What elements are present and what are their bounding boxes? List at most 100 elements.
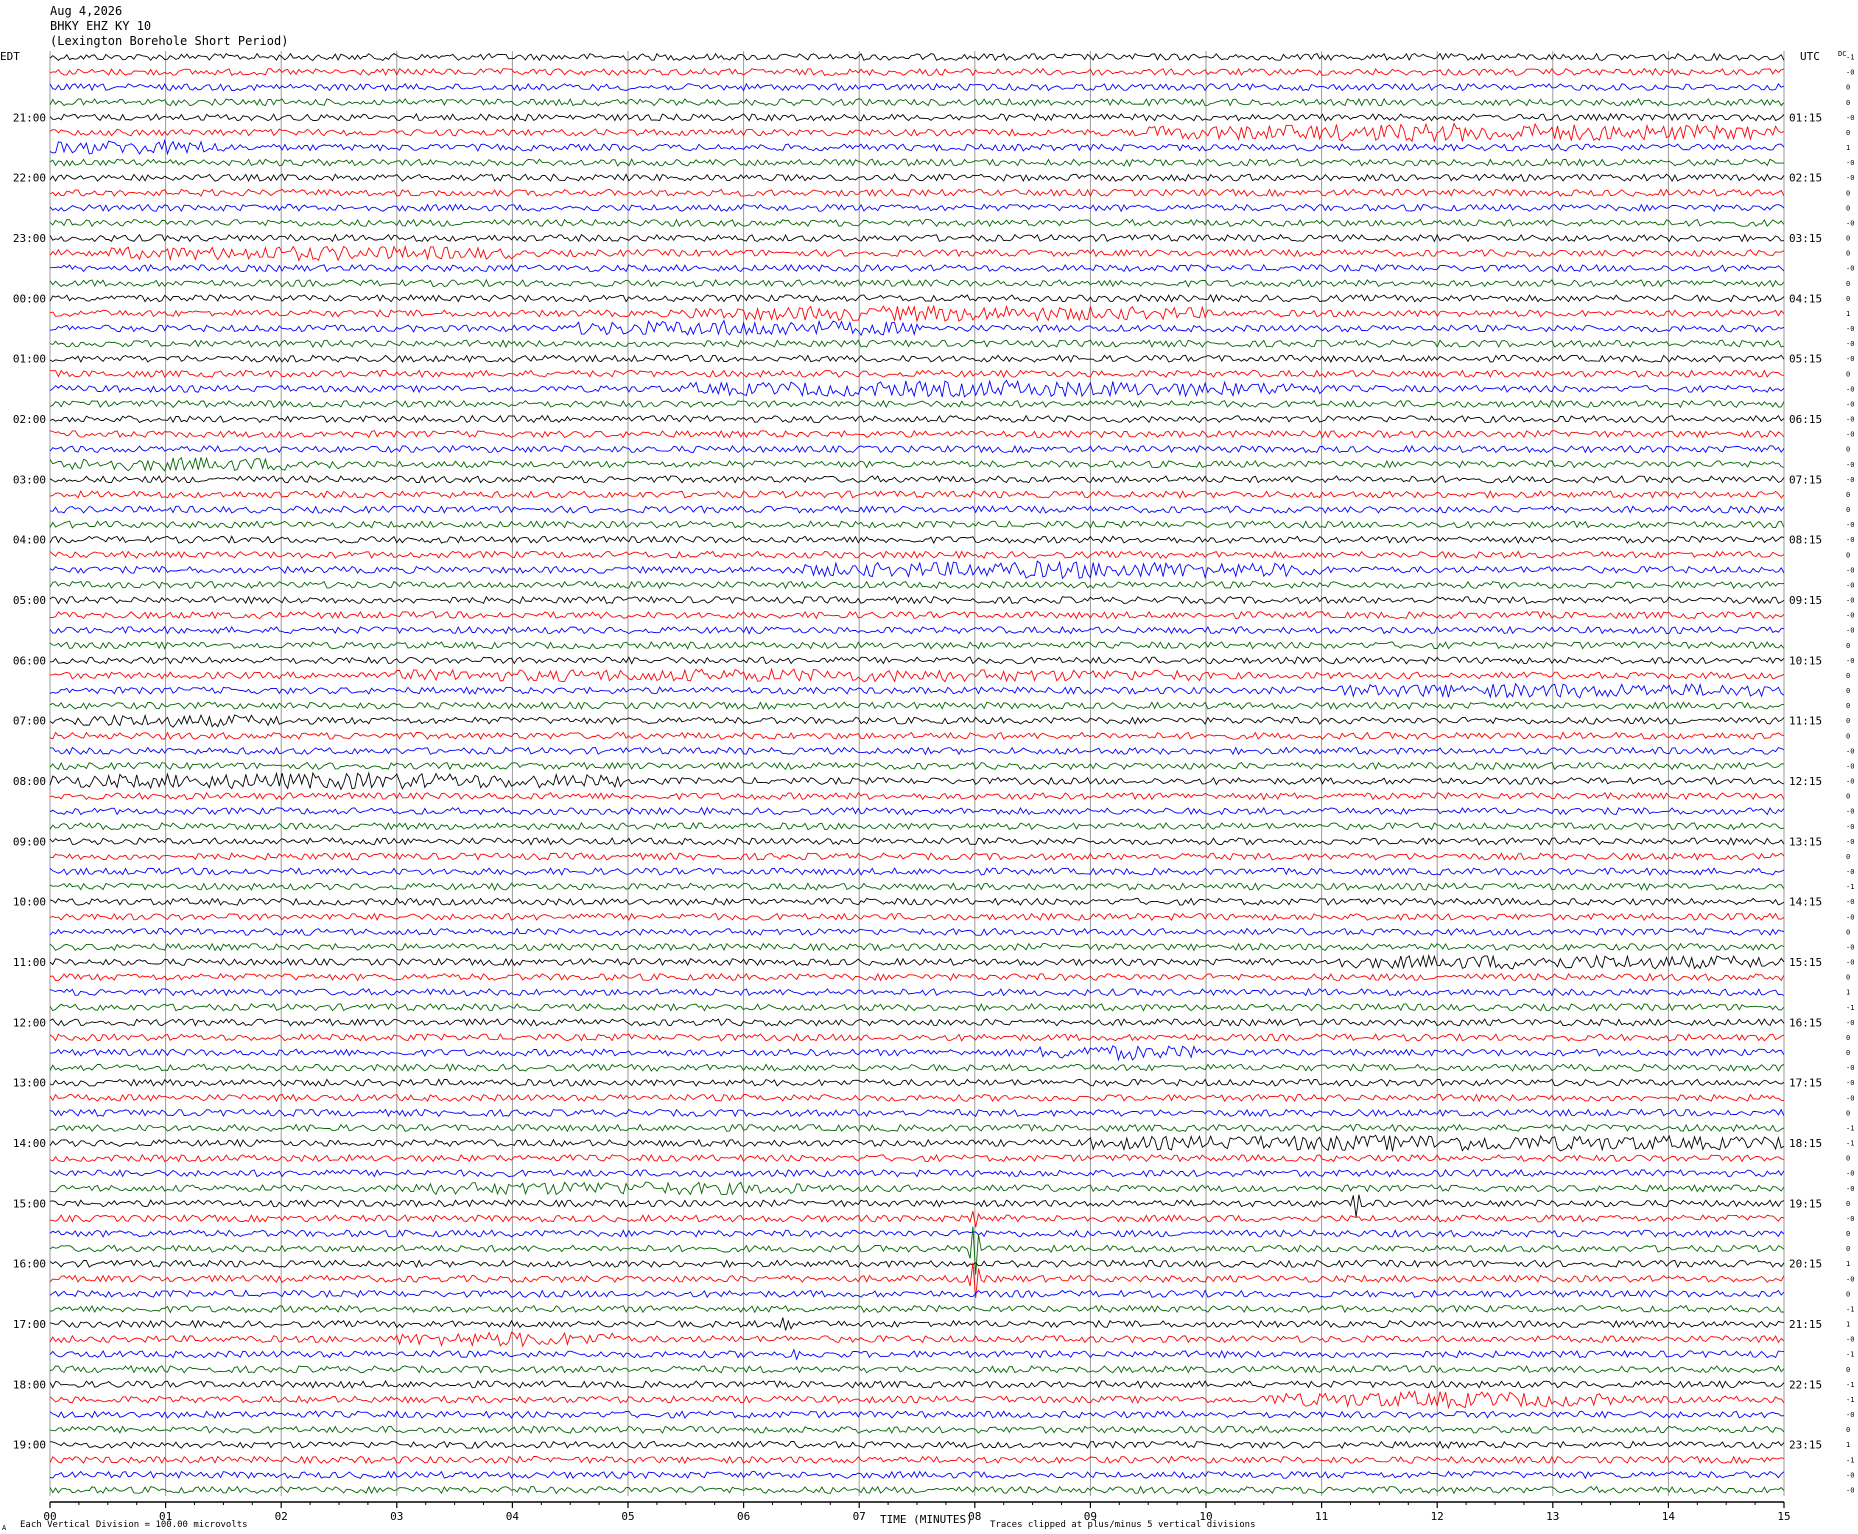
x-tick-label: 03: [390, 1510, 403, 1523]
right-hour-label: 07:15: [1789, 473, 1822, 486]
dc-offset-label: 1: [1846, 1321, 1850, 1329]
dc-offset-label: -0: [1846, 159, 1854, 167]
dc-offset-label: -1: [1846, 883, 1854, 891]
dc-offset-label: -0: [1846, 1185, 1854, 1193]
dc-offset-label: -0: [1846, 385, 1854, 393]
seismic-trace-line: [49, 293, 1785, 303]
left-timezone-label: EDT: [0, 50, 20, 63]
seismic-trace-line: [49, 414, 1785, 424]
seismic-trace-line: [49, 1168, 1785, 1178]
dc-offset-label: 0: [1846, 1049, 1850, 1057]
seismic-trace-line: [49, 953, 1785, 970]
right-timezone-label: UTC: [1800, 50, 1820, 63]
right-hour-label: 21:15: [1789, 1318, 1822, 1331]
dc-offset-label: 0: [1846, 551, 1850, 559]
seismic-trace-line: [49, 771, 1785, 791]
left-hour-label: 13:00: [13, 1077, 46, 1090]
dc-offset-label: -0: [1846, 431, 1854, 439]
left-hour-label: 01:00: [13, 353, 46, 366]
dc-offset-label: -1: [1846, 1456, 1854, 1464]
seismic-trace-line: [49, 1211, 1785, 1228]
dc-offset-label: 1: [1846, 1441, 1850, 1449]
dc-offset-label: 0: [1846, 928, 1850, 936]
x-tick-label: 05: [621, 1510, 634, 1523]
seismic-trace-line: [49, 203, 1785, 213]
dc-offset-label: 0: [1846, 1245, 1850, 1253]
seismic-trace-line: [49, 1317, 1785, 1331]
dc-offset-label: 0: [1846, 295, 1850, 303]
dc-offset-label: -0: [1846, 1064, 1854, 1072]
seismic-trace-line: [49, 1262, 1785, 1298]
seismic-trace-line: [49, 1045, 1785, 1062]
dc-offset-label: -0: [1846, 1170, 1854, 1178]
x-tick-label: 11: [1315, 1510, 1328, 1523]
dc-offset-label: 0: [1846, 99, 1850, 107]
right-hour-label: 03:15: [1789, 232, 1822, 245]
dc-offset-label: 0: [1846, 189, 1850, 197]
left-hour-label: 02:00: [13, 413, 46, 426]
dc-offset-label: 0: [1846, 446, 1850, 454]
x-tick-label: 09: [1084, 1510, 1097, 1523]
x-tick-label: 08: [968, 1510, 981, 1523]
helicorder-chart: EDT UTC DC TIME (MINUTES) Each Vertical …: [0, 50, 1854, 1532]
right-hour-label: 13:15: [1789, 835, 1822, 848]
seismic-trace-line: [49, 1093, 1785, 1103]
seismic-trace-line: [49, 746, 1785, 756]
x-tick-label: 06: [737, 1510, 750, 1523]
seismic-trace-line: [49, 1331, 1785, 1348]
right-hour-label: 06:15: [1789, 413, 1822, 426]
dc-offset-label: 0: [1846, 506, 1850, 514]
x-tick-label: 07: [853, 1510, 866, 1523]
seismic-trace-line: [49, 278, 1785, 288]
seismic-trace-line: [49, 122, 1785, 143]
right-hour-label: 22:15: [1789, 1378, 1822, 1391]
dc-offset-label: 0: [1846, 672, 1850, 680]
seismic-trace-line: [49, 1018, 1785, 1027]
seismic-trace-line: [49, 897, 1785, 907]
dc-offset-label: -0: [1846, 657, 1854, 665]
right-hour-label: 15:15: [1789, 956, 1822, 969]
dc-offset-label: 0: [1846, 370, 1850, 378]
right-hour-label: 19:15: [1789, 1197, 1822, 1210]
seismic-trace-line: [49, 263, 1785, 273]
dc-offset-label: -0: [1846, 400, 1854, 408]
left-hour-label: 10:00: [13, 896, 46, 909]
dc-offset-label: 1: [1846, 310, 1850, 318]
dc-offset-label: 0: [1846, 84, 1850, 92]
seismic-trace-line: [49, 1181, 1785, 1196]
seismic-trace-line: [49, 761, 1785, 771]
left-hour-label: 08:00: [13, 775, 46, 788]
left-hour-label: 07:00: [13, 715, 46, 728]
x-tick-label: 15: [1777, 1510, 1790, 1523]
left-hour-label: 17:00: [13, 1318, 46, 1331]
seismic-trace-line: [49, 112, 1785, 122]
seismic-trace-line: [49, 399, 1785, 409]
left-hour-label: 19:00: [13, 1439, 46, 1452]
x-axis-title: TIME (MINUTES): [880, 1513, 973, 1526]
dc-offset-label: -0: [1846, 340, 1854, 348]
dc-offset-label: 1: [1846, 144, 1850, 152]
dc-offset-label: -1: [1846, 1306, 1854, 1314]
left-hour-label: 23:00: [13, 232, 46, 245]
dc-offset-label: 0: [1846, 1366, 1850, 1374]
dc-offset-label: -0: [1846, 868, 1854, 876]
x-tick-label: 12: [1431, 1510, 1444, 1523]
dc-offset-label: 0: [1846, 1230, 1850, 1238]
corner-mark: A: [2, 1524, 7, 1532]
seismic-trace-line: [49, 1153, 1785, 1163]
right-hour-label: 01:15: [1789, 111, 1822, 124]
dc-offset-label: -1: [1846, 1125, 1854, 1133]
dc-offset-label: -1: [1846, 1140, 1854, 1148]
dc-offset-label: -0: [1846, 581, 1854, 589]
dc-offset-label: 0: [1846, 702, 1850, 710]
dc-offset-label: -0: [1846, 944, 1854, 952]
dc-offset-label: -0: [1846, 566, 1854, 574]
dc-offset-label: -0: [1846, 1471, 1854, 1479]
seismic-trace-line: [49, 713, 1785, 728]
right-hour-label: 23:15: [1789, 1439, 1822, 1452]
left-hour-label: 22:00: [13, 172, 46, 185]
seismic-trace-line: [49, 1289, 1785, 1299]
x-tick-label: 00: [43, 1510, 56, 1523]
left-hour-label: 06:00: [13, 654, 46, 667]
dc-offset-label: 0: [1846, 853, 1850, 861]
